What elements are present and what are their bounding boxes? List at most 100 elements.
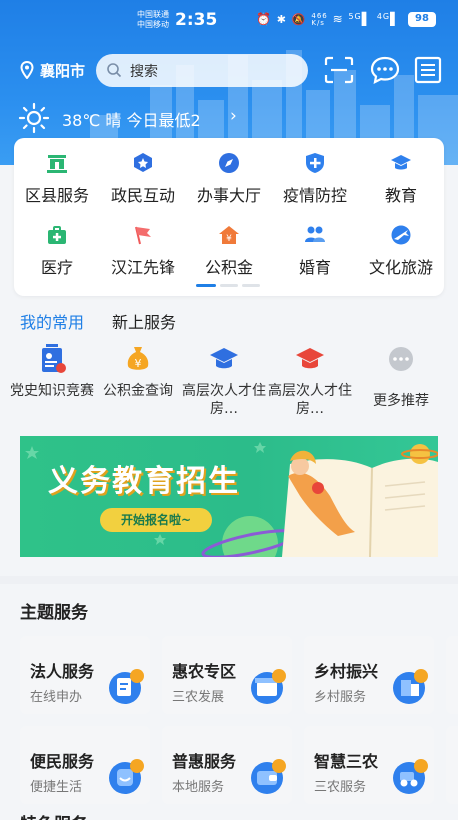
flag-icon	[135, 226, 151, 245]
theme-card-title: 法人服务	[30, 662, 95, 681]
page-dot-active	[196, 284, 216, 287]
compass-icon	[219, 153, 239, 173]
service-item-medical[interactable]: 医疗	[14, 224, 100, 288]
bluetooth-icon: ✱	[276, 13, 287, 26]
theme-card-subtitle: 三农发展	[172, 690, 225, 705]
common-label: 高层次人才住房…	[268, 383, 352, 417]
weather-text: 38℃ 晴 今日最低2	[62, 111, 201, 130]
theme-card-title: 普惠服务	[172, 752, 237, 771]
city-selector[interactable]: 襄阳市	[40, 60, 85, 81]
services-grid: 区县服务 政民互动 办事大厅 疫情防控 教育 医疗 汉江先锋 ¥ 公积金 婚育 …	[14, 138, 444, 296]
service-item-district[interactable]: 区县服务	[14, 152, 100, 216]
enrollment-banner[interactable]: 义务教育招生 开始报名啦~	[20, 436, 438, 557]
theme-section-title: 主题服务	[20, 603, 88, 623]
theme-card-subtitle: 在线申办	[30, 690, 83, 705]
service-label: 教育	[384, 186, 417, 205]
sun-icon	[18, 102, 50, 134]
service-label: 公积金	[204, 258, 253, 277]
service-label: 文化旅游	[368, 258, 433, 277]
common-item-more[interactable]: 更多推荐	[358, 344, 444, 424]
theme-card-legal[interactable]: 法人服务 在线申办	[20, 636, 150, 714]
document-badge-icon	[109, 669, 144, 704]
theme-card-smart-agri[interactable]: 智慧三农 三农服务	[304, 726, 434, 804]
plane-globe-icon	[391, 225, 411, 245]
search-input[interactable]: 搜索	[96, 54, 308, 87]
app-screen: 中国联通 中国移动 2:35 ⏰ ✱ 🔕 466 K/s ≋ 5G▌ 4G▌ 9…	[0, 0, 458, 820]
common-label: 更多推荐	[373, 393, 429, 409]
signal-label-1: 5G	[348, 12, 362, 21]
clock: 2:35	[175, 10, 218, 30]
service-item-interaction[interactable]: 政民互动	[100, 152, 186, 216]
money-bag-icon: ¥	[127, 347, 149, 370]
theme-card-agri-zone[interactable]: 惠农专区 三农发展	[162, 636, 292, 714]
shield-plus-icon	[306, 153, 324, 173]
tab-my-common[interactable]: 我的常用	[20, 309, 84, 333]
party-history-icon	[42, 344, 66, 373]
chat-star-icon	[134, 153, 152, 172]
theme-card-convenience[interactable]: 便民服务 便捷生活	[20, 726, 150, 804]
theme-card-title: 便民服务	[30, 752, 95, 771]
theme-card-subtitle: 乡村服务	[314, 690, 367, 705]
common-item-talent-housing-2[interactable]: 高层次人才住房…	[267, 344, 353, 424]
theme-card-title: 惠农专区	[172, 662, 237, 681]
service-item-pioneer[interactable]: 汉江先锋	[100, 224, 186, 288]
service-label: 区县服务	[24, 186, 89, 205]
common-label: 党史知识竞赛	[10, 383, 94, 399]
common-label: 高层次人才住房…	[182, 383, 266, 417]
service-label: 汉江先锋	[110, 258, 175, 277]
banner-title: 义务教育招生	[48, 464, 240, 499]
service-item-fund[interactable]: ¥ 公积金	[186, 224, 272, 288]
carrier-1: 中国联通	[137, 10, 169, 19]
house-yuan-icon: ¥	[219, 226, 239, 244]
location-search-row: 襄阳市 搜索	[0, 52, 458, 88]
weather-bar[interactable]: 38℃ 晴 今日最低2 ›	[0, 100, 458, 136]
page-indicator	[196, 284, 266, 288]
graduation-cap-icon	[210, 348, 238, 369]
theme-card-inclusive[interactable]: 普惠服务 本地服务	[162, 726, 292, 804]
theme-card-subtitle: 三农服务	[314, 780, 367, 795]
wallet-icon	[251, 759, 286, 794]
page-dot	[220, 284, 238, 287]
alarm-icon: ⏰	[256, 12, 272, 26]
section-divider	[0, 576, 458, 584]
scan-icon[interactable]	[323, 55, 355, 85]
shop-icon	[251, 669, 286, 704]
signal-icon: ▌	[361, 12, 372, 26]
graduation-cap-icon	[391, 155, 411, 170]
message-icon[interactable]	[369, 55, 401, 85]
banner-cta-button[interactable]: 开始报名啦~	[100, 508, 212, 532]
theme-card-partial	[446, 726, 458, 804]
service-item-marriage[interactable]: 婚育	[272, 224, 358, 288]
location-pin-icon[interactable]	[20, 61, 34, 79]
graduation-cap-icon	[296, 348, 324, 369]
family-icon	[305, 226, 325, 242]
page-dot	[242, 284, 260, 287]
service-label: 医疗	[40, 258, 73, 277]
tractor-icon	[393, 759, 428, 794]
village-icon	[393, 669, 428, 704]
service-item-epidemic[interactable]: 疫情防控	[272, 152, 358, 216]
more-icon	[389, 347, 413, 371]
tab-new-services[interactable]: 新上服务	[112, 309, 176, 333]
theme-card-partial	[446, 636, 458, 714]
battery-indicator: 98	[408, 12, 436, 27]
carrier-2: 中国移动	[137, 20, 169, 29]
common-item-fund-query[interactable]: ¥ 公积金查询	[95, 344, 181, 424]
signal-label-2: 4G	[376, 12, 391, 21]
net-speed: 466 K/s	[311, 12, 328, 27]
menu-list-icon[interactable]	[412, 55, 444, 85]
service-item-hall[interactable]: 办事大厅	[186, 152, 272, 216]
theme-card-title: 乡村振兴	[314, 662, 379, 681]
service-label: 办事大厅	[196, 186, 261, 205]
theme-card-title: 智慧三农	[314, 752, 379, 771]
service-label: 政民互动	[110, 186, 175, 205]
common-item-talent-housing[interactable]: 高层次人才住房…	[181, 344, 267, 424]
wifi-icon: ≋	[332, 12, 344, 26]
common-item-party-quiz[interactable]: 党史知识竞赛	[9, 344, 95, 424]
theme-card-rural[interactable]: 乡村振兴 乡村服务	[304, 636, 434, 714]
svg-text:¥: ¥	[226, 234, 232, 244]
government-building-icon	[47, 155, 67, 173]
service-item-tourism[interactable]: 文化旅游	[358, 224, 444, 288]
service-item-education[interactable]: 教育	[358, 152, 444, 216]
mute-icon: 🔕	[291, 13, 307, 26]
